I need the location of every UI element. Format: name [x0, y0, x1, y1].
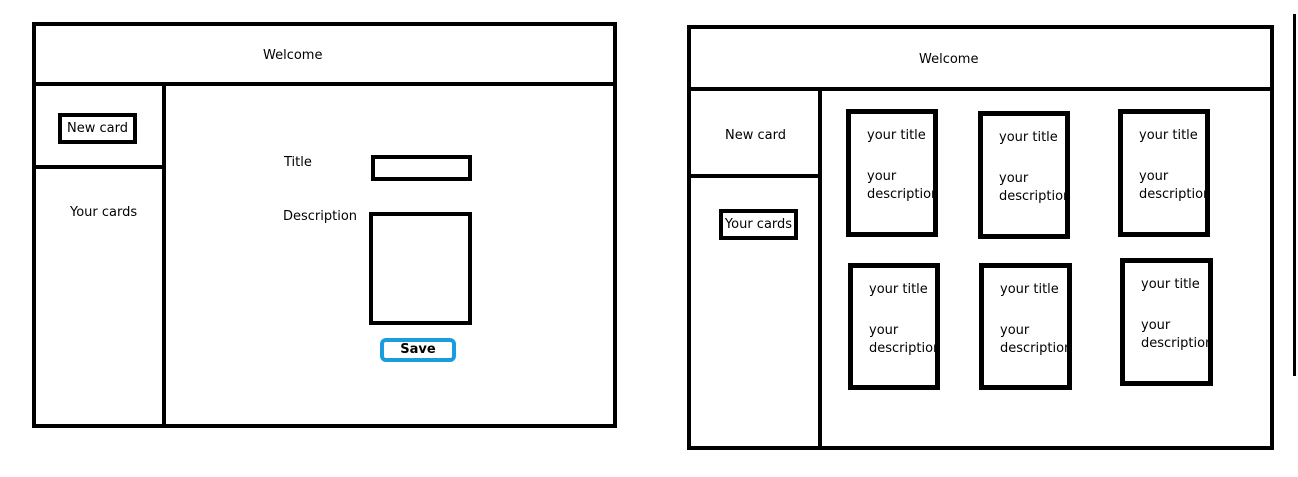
right-your-cards-button[interactable]: Your cards	[719, 209, 798, 240]
save-button[interactable]: Save	[380, 338, 456, 362]
title-input[interactable]	[371, 155, 472, 181]
card[interactable]: your title your description	[848, 263, 940, 390]
left-header-divider	[32, 82, 617, 86]
left-sidebar-divider	[162, 82, 166, 428]
card-description: your description	[1141, 318, 1213, 351]
left-new-card-button[interactable]: New card	[58, 113, 137, 144]
right-header-divider	[687, 87, 1274, 91]
card-description: your description	[869, 323, 940, 356]
right-sidebar-divider	[818, 87, 822, 450]
right-your-cards-label: Your cards	[724, 216, 793, 232]
card-title: your title	[1141, 277, 1200, 292]
right-sidebar-section-divider	[687, 174, 822, 178]
card[interactable]: your title your description	[1120, 258, 1213, 386]
card[interactable]: your title your description	[1118, 109, 1210, 237]
left-your-cards-link[interactable]: Your cards	[70, 205, 137, 221]
card-description: your description	[867, 169, 938, 202]
card[interactable]: your title your description	[979, 263, 1072, 390]
left-new-card-label: New card	[67, 120, 128, 136]
card-description: your description	[1000, 323, 1072, 356]
left-header-title: Welcome	[263, 48, 323, 63]
title-label: Title	[284, 155, 312, 170]
right-header-title: Welcome	[919, 52, 979, 67]
card-title: your title	[1139, 128, 1198, 143]
description-textarea[interactable]	[369, 212, 472, 325]
edge-stroke	[1293, 14, 1296, 376]
card-description: your description	[999, 171, 1070, 204]
card[interactable]: your title your description	[978, 111, 1070, 239]
card-title: your title	[1000, 282, 1059, 297]
left-sidebar-section-divider	[32, 165, 166, 169]
card-description: your description	[1139, 169, 1210, 202]
save-label: Save	[400, 342, 436, 357]
card-title: your title	[999, 130, 1058, 145]
description-label: Description	[283, 209, 358, 224]
card-title: your title	[867, 128, 926, 143]
card[interactable]: your title your description	[846, 109, 938, 237]
right-new-card-link[interactable]: New card	[725, 128, 786, 144]
card-title: your title	[869, 282, 928, 297]
